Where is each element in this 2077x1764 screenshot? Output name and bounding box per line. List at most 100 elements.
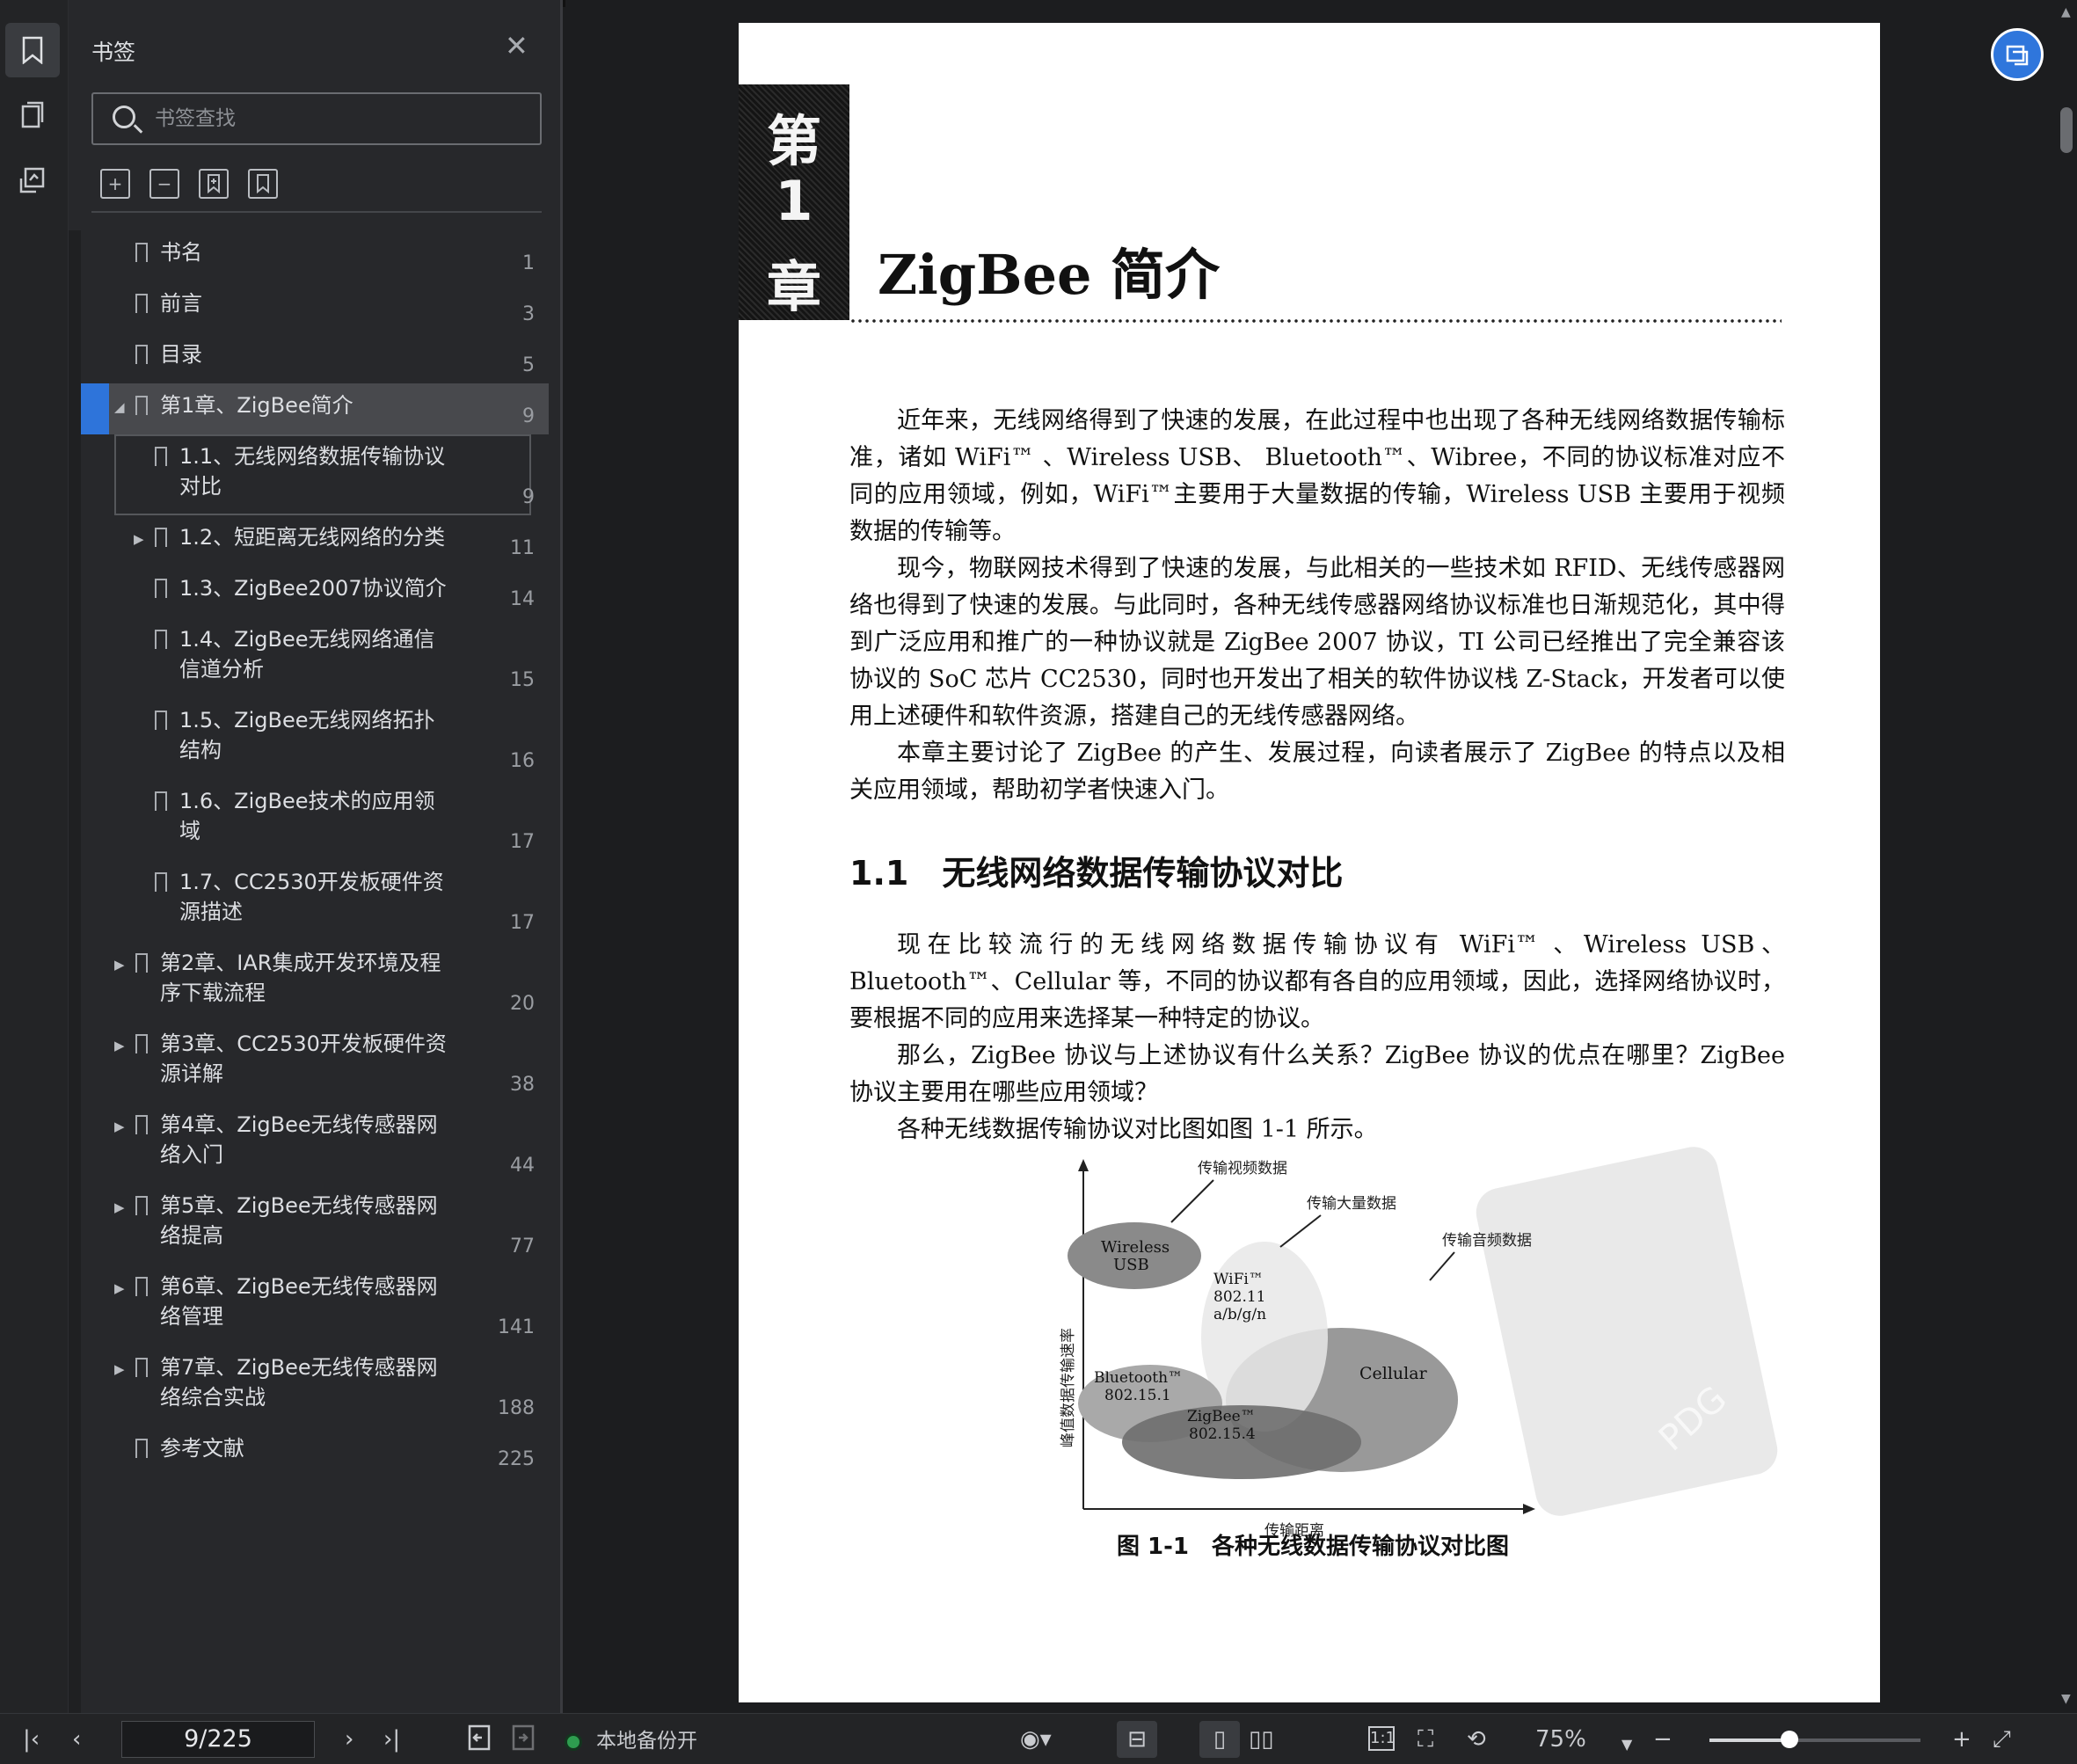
bookmark-label: 第3章、CC2530开发板硬件资 源详解 <box>160 1031 447 1086</box>
figure-caption: 图 1-1 各种无线数据传输协议对比图 <box>1117 1534 1510 1560</box>
next-page-icon[interactable]: › <box>345 1724 353 1754</box>
wifi-label-2: 802.11 <box>1213 1288 1265 1306</box>
zoom-level[interactable]: 75% <box>1535 1724 1586 1754</box>
bookmark-item[interactable]: 1.1、无线网络数据传输协议 对比 9 <box>81 434 549 515</box>
bookmark-page-number: 77 <box>510 1236 535 1257</box>
panel-scroll-track[interactable] <box>69 230 81 1713</box>
fit-page-icon[interactable]: ⛶ <box>1417 1724 1433 1754</box>
bookmark-page-number: 16 <box>510 750 535 772</box>
bookmark-icon <box>155 630 167 649</box>
bookmark-panel-icon[interactable] <box>5 23 60 77</box>
bookmark-page-number: 141 <box>498 1316 535 1338</box>
fullscreen-icon[interactable]: ⤢ <box>1993 1724 2011 1754</box>
bookmark-item[interactable]: ▶ 第6章、ZigBee无线传感器网 络管理 141 <box>81 1265 549 1345</box>
chapter-char: 章 <box>766 255 821 319</box>
expand-arrow-icon[interactable]: ▶ <box>134 531 148 547</box>
bookmark-item[interactable]: ▶ 第2章、IAR集成开发环境及程 序下载流程 20 <box>81 941 549 1022</box>
paragraph: 现今，物联网技术得到了快速的发展，与此相关的一些技术如 RFID、无线传感器网络… <box>849 555 1785 730</box>
wusb-label-2: USB <box>1113 1256 1149 1274</box>
bookmark-item[interactable]: 参考文献 225 <box>81 1426 549 1477</box>
forward-icon[interactable] <box>512 1724 536 1759</box>
bookmark-page-number: 225 <box>498 1448 535 1470</box>
bookmark-item[interactable]: ▶ 第5章、ZigBee无线传感器网 络提高 77 <box>81 1184 549 1265</box>
bookmark-label: 1.7、CC2530开发板硬件资 源描述 <box>179 870 444 924</box>
floating-action-button[interactable] <box>1991 28 2044 81</box>
actual-size-icon[interactable]: 1:1 <box>1368 1726 1396 1751</box>
thumbnail-panel-icon[interactable] <box>5 88 60 142</box>
bookmark-item[interactable]: 1.4、ZigBee无线网络通信 信道分析 15 <box>81 617 549 698</box>
bookmark-item[interactable]: 1.5、ZigBee无线网络拓扑 结构 16 <box>81 698 549 779</box>
paragraph: 各种无线数据传输协议对比图如图 1-1 所示。 <box>897 1116 1378 1143</box>
chapter-char: 第 <box>766 109 821 173</box>
first-page-icon[interactable]: |‹ <box>23 1724 40 1754</box>
bookmark-icon <box>135 396 148 415</box>
expand-arrow-icon[interactable]: ▶ <box>114 1361 128 1377</box>
expand-all-icon[interactable]: + <box>100 169 130 199</box>
bookmark-label: 第6章、ZigBee无线传感器网 络管理 <box>160 1274 438 1329</box>
bookmark-icon <box>135 1034 148 1053</box>
document-scrollbar[interactable]: ▲ ▼ <box>2055 0 2077 1713</box>
bookmark-label: 1.6、ZigBee技术的应用领 域 <box>179 789 435 843</box>
bookmark-item[interactable]: ▶ 1.2、短距离无线网络的分类 11 <box>81 515 549 566</box>
add-bookmark-icon[interactable] <box>199 169 229 199</box>
eye-care-icon[interactable]: ◉▾ <box>1020 1724 1052 1754</box>
bookmark-item[interactable]: 书名 1 <box>81 230 549 281</box>
zigbee-label-2: 802.15.4 <box>1189 1425 1256 1443</box>
zigbee-label-1: ZigBee™ <box>1187 1408 1256 1425</box>
zoom-in-icon[interactable]: + <box>1952 1724 1971 1754</box>
bookmark-icon <box>135 345 148 364</box>
toolbar-divider <box>91 211 542 213</box>
annotation-panel-icon[interactable] <box>5 153 60 208</box>
bookmark-page-number: 17 <box>510 831 535 853</box>
collapse-all-icon[interactable]: − <box>149 169 179 199</box>
bookmark-label: 1.4、ZigBee无线网络通信 信道分析 <box>179 627 435 682</box>
zoom-out-icon[interactable]: − <box>1653 1724 1673 1754</box>
expand-arrow-icon[interactable]: ▶ <box>114 1119 128 1134</box>
bookmark-item[interactable]: 前言 3 <box>81 281 549 332</box>
collapse-arrow-icon[interactable]: ◢ <box>114 399 128 415</box>
y-axis-label: 峰值数据传输速率 <box>1060 1328 1077 1447</box>
scroll-thumb[interactable] <box>2060 107 2073 153</box>
expand-arrow-icon[interactable]: ▶ <box>114 957 128 973</box>
remove-bookmark-icon[interactable] <box>248 169 278 199</box>
expand-arrow-icon[interactable]: ▶ <box>114 1199 128 1215</box>
bookmark-item[interactable]: 1.6、ZigBee技术的应用领 域 17 <box>81 779 549 860</box>
page-input[interactable]: 9/225 <box>121 1721 315 1758</box>
bookmark-label: 第4章、ZigBee无线传感器网 络入门 <box>160 1112 438 1167</box>
expand-arrow-icon[interactable]: ▶ <box>114 1038 128 1053</box>
bookmark-item[interactable]: ◢ 第1章、ZigBee简介 9 <box>81 383 549 434</box>
back-icon[interactable] <box>468 1724 492 1759</box>
scroll-up-icon[interactable]: ▲ <box>2061 5 2071 19</box>
bookmark-search[interactable] <box>91 92 542 145</box>
single-page-icon[interactable]: ▯ <box>1199 1721 1240 1758</box>
bookmark-page-number: 17 <box>510 912 535 934</box>
bookmark-item[interactable]: 1.7、CC2530开发板硬件资 源描述 17 <box>81 860 549 941</box>
bookmark-icon <box>135 1115 148 1134</box>
bookmark-label: 书名 <box>160 240 202 265</box>
close-icon[interactable]: ✕ <box>505 32 528 60</box>
continuous-scroll-icon[interactable]: ⊟ <box>1117 1721 1157 1758</box>
scroll-down-icon[interactable]: ▼ <box>2061 1692 2071 1706</box>
expand-arrow-icon[interactable]: ▶ <box>114 1280 128 1296</box>
paragraph: 本章主要讨论了 ZigBee 的产生、发展过程，向读者展示了 ZigBee 的特… <box>849 740 1785 804</box>
bookmark-search-input[interactable] <box>155 105 524 133</box>
bookmark-page-number: 14 <box>510 588 535 610</box>
bluetooth-label-1: Bluetooth™ <box>1094 1369 1183 1387</box>
last-page-icon[interactable]: ›| <box>383 1724 400 1754</box>
backup-label[interactable]: 本地备份开 <box>596 1726 697 1756</box>
bookmark-item[interactable]: ▶ 第4章、ZigBee无线传感器网 络入门 44 <box>81 1103 549 1184</box>
bookmark-item[interactable]: ▶ 第7章、ZigBee无线传感器网 络综合实战 188 <box>81 1345 549 1426</box>
bookmark-item[interactable]: 目录 5 <box>81 332 549 383</box>
bookmark-icon <box>135 1277 148 1296</box>
two-page-icon[interactable]: ▯▯ <box>1249 1724 1274 1754</box>
bookmark-icon <box>135 294 148 313</box>
bookmark-item[interactable]: ▶ 第3章、CC2530开发板硬件资 源详解 38 <box>81 1022 549 1103</box>
zoom-slider[interactable] <box>1709 1731 1920 1748</box>
prev-page-icon[interactable]: ‹ <box>72 1724 81 1754</box>
zoom-dropdown-icon[interactable]: ▼ <box>1622 1730 1632 1760</box>
chapter-marker: 第 1 章 <box>739 84 849 320</box>
zoom-slider-knob[interactable] <box>1781 1731 1799 1748</box>
bookmark-item[interactable]: 1.3、ZigBee2007协议简介 14 <box>81 566 549 617</box>
rotate-icon[interactable]: ⟲ <box>1467 1724 1486 1754</box>
bookmark-label: 1.5、ZigBee无线网络拓扑 结构 <box>179 708 435 762</box>
